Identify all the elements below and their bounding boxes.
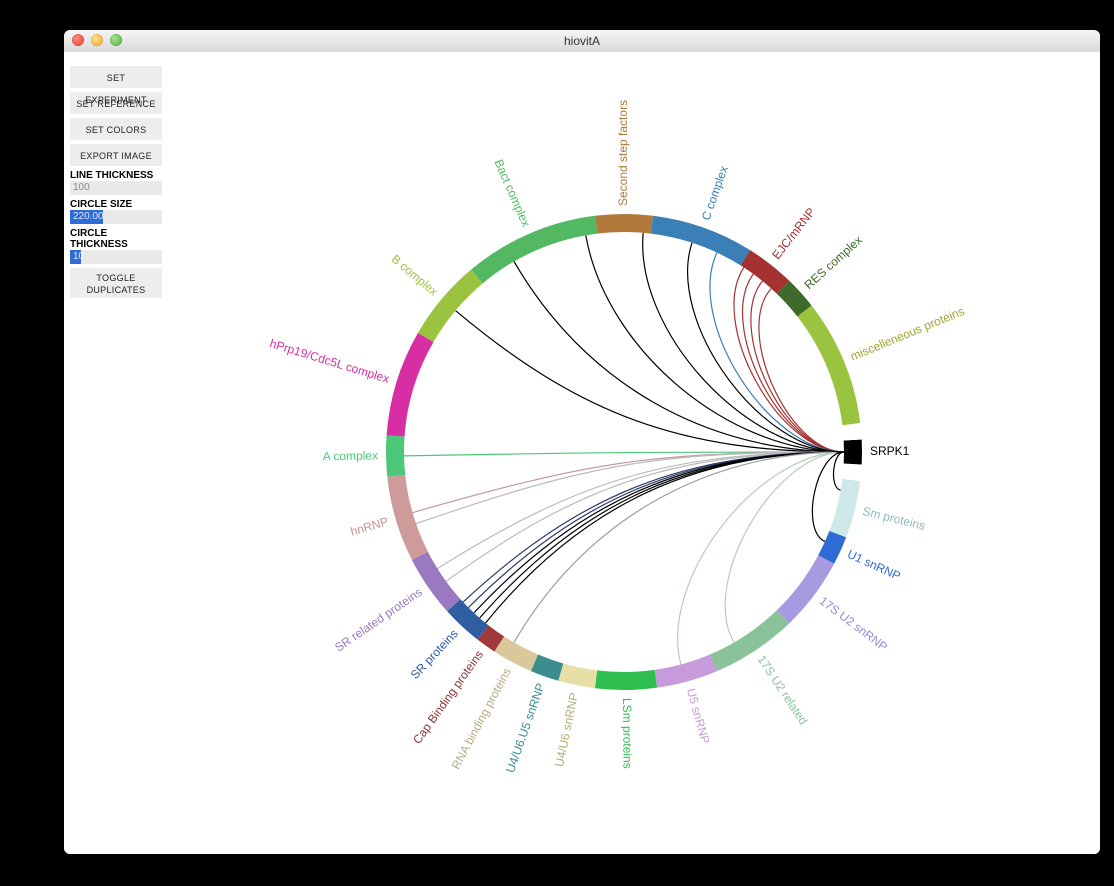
- circle-size-label: CIRCLE SIZE: [70, 199, 162, 210]
- titlebar: hiovitA: [64, 30, 1100, 53]
- line-thickness-slider[interactable]: 100: [70, 181, 162, 195]
- segment-label-acomplex: A complex: [323, 448, 379, 463]
- chord: [463, 452, 844, 602]
- chord: [416, 452, 844, 524]
- app-window: hiovitA Second step factors Bact complex B…: [64, 30, 1100, 854]
- ring-segment-lsm[interactable]: [595, 670, 657, 690]
- ring-segment-bact[interactable]: [471, 216, 597, 284]
- close-icon[interactable]: [72, 34, 84, 46]
- ring-segment-secondstep[interactable]: [595, 214, 653, 234]
- circle-thickness-label: CIRCLE THICKNESS: [70, 228, 162, 250]
- ring-segment-u2snrnp[interactable]: [777, 555, 834, 623]
- toggle-duplicates-button[interactable]: TOGGLE DUPLICATES: [70, 268, 162, 298]
- chord: [480, 452, 844, 618]
- ring-segment-gap2[interactable]: [842, 423, 861, 440]
- sidebar: SET EXPERIMENT SET REFERENCE SET COLORS …: [70, 66, 162, 302]
- circle-thickness-slider[interactable]: 10: [70, 250, 162, 264]
- circle-size-value: 220.00: [73, 210, 104, 224]
- ring-segment-ccomplex[interactable]: [651, 216, 750, 266]
- line-thickness-label: LINE THICKNESS: [70, 170, 162, 181]
- visualization-canvas: Second step factors Bact complex B complex…: [64, 52, 1100, 854]
- ring-segment-u5[interactable]: [655, 655, 717, 688]
- segment-label-u2snrnp: 17S U2 snRNP: [817, 594, 890, 654]
- segment-label-ccomplex: C complex: [699, 164, 731, 222]
- set-colors-button[interactable]: SET COLORS: [70, 118, 162, 140]
- segment-label-u1: U1 snRNP: [845, 547, 902, 583]
- chord: [437, 452, 844, 569]
- ring-segment-u2rel[interactable]: [710, 610, 789, 671]
- segment-label-ejc: EJC/mRNP: [769, 205, 818, 262]
- ring-segment-srrel[interactable]: [412, 552, 461, 611]
- chord-diagram: Second step factors Bact complex B complex…: [64, 52, 1100, 854]
- zoom-icon[interactable]: [110, 34, 122, 46]
- segment-label-srpk1: SRPK1: [870, 444, 910, 458]
- ring-segment-acomplex[interactable]: [386, 435, 405, 476]
- segment-label-u4u6: U4/U6 snRNP: [552, 692, 581, 769]
- export-image-button[interactable]: EXPORT IMAGE: [70, 144, 162, 166]
- segment-label-u2rel: 17S U2 related: [755, 653, 811, 727]
- segment-label-secondstep: Second step factors: [616, 100, 630, 206]
- ring-segment-misc[interactable]: [797, 305, 860, 425]
- circle-thickness-value: 10: [73, 250, 84, 264]
- segment-label-srrel: SR related proteins: [332, 585, 425, 655]
- segment-label-u4u6u5: U4/U6.U5 snRNP: [503, 681, 548, 774]
- toggle-duplicates-l2: DUPLICATES: [87, 285, 146, 295]
- segment-label-lsm: LSm proteins: [620, 698, 635, 769]
- segment-label-bact: Bact complex: [492, 157, 534, 229]
- chord: [586, 235, 844, 452]
- set-experiment-button[interactable]: SET EXPERIMENT: [70, 66, 162, 88]
- segment-label-u5: U5 snRNP: [684, 687, 713, 745]
- segment-label-hnrnp: hnRNP: [349, 514, 390, 538]
- segment-label-srprot: SR proteins: [408, 627, 461, 682]
- segment-label-bcomplex: B complex: [389, 252, 441, 299]
- segment-label-sm: Sm proteins: [861, 504, 927, 533]
- chord: [455, 311, 844, 452]
- ring-segment-hnrnp[interactable]: [387, 475, 428, 560]
- segment-label-misc: miscelleneous proteins: [848, 304, 966, 364]
- circle-size-slider[interactable]: 220.00: [70, 210, 162, 224]
- toggle-duplicates-l1: TOGGLE: [96, 273, 135, 283]
- chord: [446, 452, 844, 581]
- minimize-icon[interactable]: [91, 34, 103, 46]
- ring-segment-u4u6[interactable]: [558, 663, 597, 688]
- set-reference-button[interactable]: SET REFERENCE: [70, 92, 162, 114]
- ring-segment-sm[interactable]: [829, 479, 860, 537]
- ring-segment-hprp19[interactable]: [387, 333, 434, 437]
- segment-label-res: RES complex: [802, 233, 865, 292]
- window-title: hiovitA: [64, 30, 1100, 52]
- ring-segment-gap1[interactable]: [842, 464, 861, 481]
- line-thickness-value: 100: [73, 181, 90, 195]
- ring-segment-srpk1[interactable]: [844, 440, 862, 465]
- window-controls: [72, 34, 122, 46]
- segment-label-hprp19: hPrp19/Cdc5L complex: [268, 336, 391, 386]
